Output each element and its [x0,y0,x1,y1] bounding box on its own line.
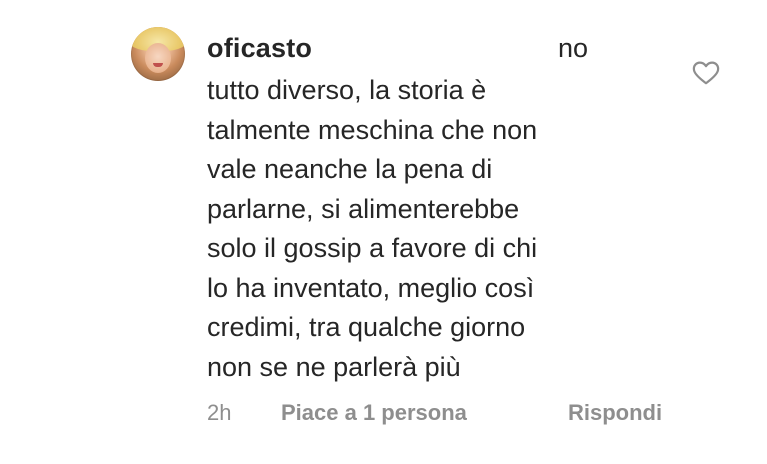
comment-text-line: talmente meschina che non [207,114,538,145]
comment-username[interactable]: oficasto [207,31,312,65]
heart-icon[interactable] [692,61,720,85]
comment-text-line: lo ha inventato, meglio così [207,272,535,303]
reply-button[interactable]: Rispondi [568,398,662,428]
comment-text-line: tutto diverso, la storia è [207,75,487,105]
avatar-face [145,43,171,73]
comment-text: tutto diverso, la storia è talmente mesc… [207,71,677,387]
comment-text-line: non se ne parlerà più [207,351,461,382]
comment-text-line: parlarne, si alimenterebbe [207,193,520,224]
comment-timestamp: 2h [207,400,232,425]
comment-text-line: vale neanche la pena di [207,154,493,184]
comment-text-line: solo il gossip a favore di chi [207,233,538,263]
comment-text-first-line: no [558,33,589,63]
avatar[interactable] [131,27,185,81]
comment: oficasto no tutto diverso, la storia è t… [0,0,767,464]
comment-text-line: credimi, tra qualche giorno [207,312,526,342]
likes-count-link[interactable]: Piace a 1 persona [281,398,467,428]
